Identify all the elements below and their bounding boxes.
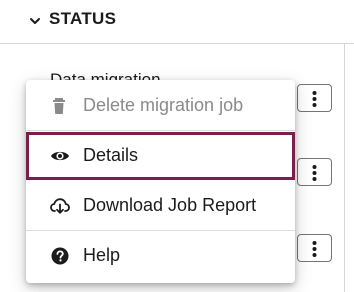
row-actions-button[interactable] [297, 234, 332, 262]
trash-icon [53, 98, 65, 114]
row-actions-button[interactable] [297, 158, 332, 186]
panel-right-border [344, 44, 345, 292]
cloud-download-icon [50, 198, 70, 214]
eye-icon [51, 151, 69, 161]
menu-item-label: Download Job Report [83, 195, 257, 215]
menu-item-label: Delete migration job [83, 95, 244, 115]
menu-item-help[interactable]: Help [26, 232, 295, 280]
status-section-title: STATUS [49, 9, 117, 28]
chevron-down-icon [30, 18, 40, 24]
menu-item-label: Help [83, 245, 121, 265]
status-section-header[interactable]: STATUS [0, 0, 354, 44]
kebab-icon [312, 241, 317, 257]
kebab-icon [312, 91, 317, 107]
actions-menu: Delete migration job Details Download Jo… [26, 80, 295, 283]
kebab-icon [312, 165, 317, 181]
menu-item-details[interactable]: Details [26, 132, 295, 180]
menu-item-download-job-report[interactable]: Download Job Report [26, 182, 295, 230]
menu-item-delete-migration-job[interactable]: Delete migration job [26, 82, 295, 130]
question-circle-icon [51, 247, 69, 265]
menu-divider [26, 230, 295, 231]
row-actions-button[interactable] [297, 84, 332, 112]
menu-item-label: Details [83, 145, 139, 165]
menu-divider [26, 130, 295, 131]
